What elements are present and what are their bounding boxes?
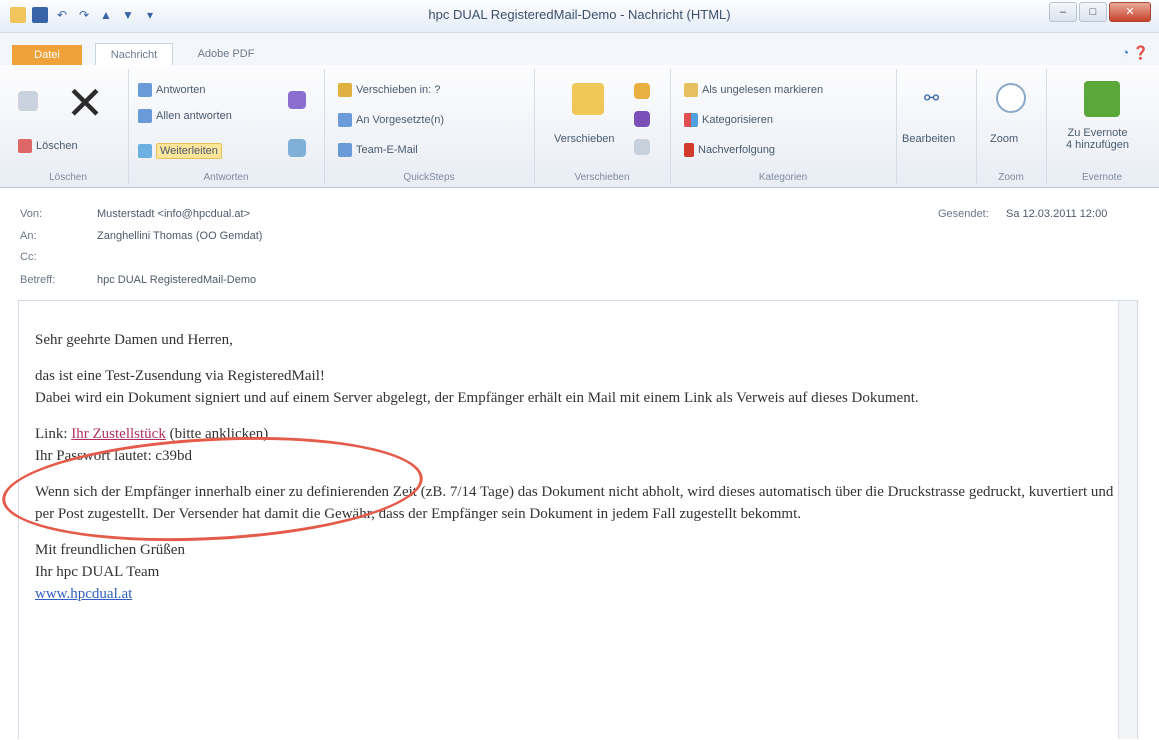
title-bar: ↶ ↷ ▲ ▼ ▾ hpc DUAL RegisteredMail-Demo -…: [0, 0, 1159, 33]
add-to-evernote-button[interactable]: Zu Evernote 4 hinzufügen: [1066, 127, 1129, 151]
group-label-zoom: Zoom: [998, 172, 1024, 183]
flag-icon: [684, 143, 694, 157]
evernote-icon[interactable]: [1084, 81, 1120, 117]
mark-unread-button[interactable]: Als ungelesen markieren: [684, 83, 823, 97]
actions-icon[interactable]: [634, 139, 650, 155]
close-button[interactable]: ✕: [1109, 2, 1151, 22]
tab-message[interactable]: Nachricht: [95, 43, 173, 66]
cc-label: Cc:: [20, 251, 37, 263]
editing-button[interactable]: Bearbeiten: [902, 133, 955, 145]
reply-all-icon: [138, 109, 152, 123]
group-delete: ✕ Löschen Löschen: [8, 69, 129, 185]
group-label-evernote: Evernote: [1081, 172, 1123, 183]
group-label-delete: Löschen: [49, 172, 87, 183]
tab-adobe-pdf[interactable]: Adobe PDF: [186, 43, 266, 65]
ribbon: ✕ Löschen Löschen Antworten Allen antwor…: [0, 65, 1159, 188]
reply-icon: [138, 83, 152, 97]
more-respond-icon[interactable]: [288, 139, 306, 157]
move-folder-icon[interactable]: [572, 83, 604, 115]
sent-label: Gesendet:: [938, 208, 989, 220]
ignore-icon[interactable]: [18, 91, 38, 111]
group-label-quicksteps: QuickSteps: [403, 172, 455, 183]
group-label-respond: Antworten: [203, 172, 249, 183]
signature: Mit freundlichen Grüßen Ihr hpc DUAL Tea…: [35, 542, 185, 602]
meeting-icon[interactable]: [288, 91, 306, 109]
tab-file[interactable]: Datei: [12, 45, 82, 65]
website-link[interactable]: www.hpcdual.at: [35, 586, 132, 602]
delivery-link[interactable]: Ihr Zustellstück: [71, 426, 166, 442]
group-tags: Als ungelesen markieren Kategorisieren N…: [670, 69, 897, 185]
vertical-scrollbar[interactable]: [1118, 301, 1137, 739]
group-evernote: Zu Evernote 4 hinzufügen Evernote: [1046, 69, 1158, 185]
paragraph-intro: das ist eine Test-Zusendung via Register…: [35, 368, 919, 406]
categorize-button[interactable]: Kategorisieren: [684, 113, 773, 127]
window-title: hpc DUAL RegisteredMail-Demo - Nachricht…: [428, 7, 731, 22]
group-label-move: Verschieben: [574, 172, 630, 183]
from-value[interactable]: Musterstadt <info@hpcdual.at>: [97, 208, 250, 220]
help-icon[interactable]: ◔ ❓: [1121, 45, 1149, 61]
group-zoom: Zoom Zoom: [976, 69, 1047, 185]
quickstep-team-mail[interactable]: Team-E-Mail: [338, 143, 418, 157]
subject-value: hpc DUAL RegisteredMail-Demo: [97, 274, 257, 286]
rules-icon[interactable]: [634, 83, 650, 99]
group-move: Verschieben Verschieben: [534, 69, 671, 185]
minimize-button[interactable]: –: [1049, 2, 1077, 22]
to-label: An:: [20, 230, 37, 242]
binoculars-icon[interactable]: ⚯: [924, 89, 946, 107]
quickstep-move-to[interactable]: Verschieben in: ?: [338, 83, 440, 97]
reply-button[interactable]: Antworten: [138, 83, 206, 97]
greeting: Sehr geehrte Damen und Herren,: [35, 332, 233, 348]
subject-label: Betreff:: [20, 274, 56, 286]
delete-x-icon[interactable]: ✕: [63, 80, 107, 126]
zoom-button[interactable]: Zoom: [990, 133, 1018, 145]
followup-button[interactable]: Nachverfolgung: [684, 143, 775, 157]
group-quicksteps: Verschieben in: ? An Vorgesetzte(n) Team…: [324, 69, 535, 185]
ribbon-tabs: Datei Nachricht Adobe PDF ◔ ❓: [0, 33, 1159, 66]
zoom-icon[interactable]: [996, 83, 1026, 113]
from-label: Von:: [20, 208, 43, 220]
onenote-icon[interactable]: [634, 111, 650, 127]
forward-button[interactable]: Weiterleiten: [138, 143, 222, 159]
group-label-tags: Kategorien: [758, 172, 808, 183]
delete-button[interactable]: Löschen: [18, 139, 78, 153]
group-respond: Antworten Allen antworten Weiterleiten A…: [128, 69, 325, 185]
categories-icon: [684, 113, 698, 127]
message-header: Von: Musterstadt <info@hpcdual.at> An: Z…: [0, 188, 1159, 298]
forward-icon: [138, 144, 152, 158]
group-editing: ⚯ Bearbeiten: [896, 69, 977, 185]
reply-all-button[interactable]: Allen antworten: [138, 109, 232, 123]
envelope-icon: [684, 83, 698, 97]
quickstep-to-manager[interactable]: An Vorgesetzte(n): [338, 113, 444, 127]
sent-value: Sa 12.03.2011 12:00: [1006, 208, 1108, 220]
to-value[interactable]: Zanghellini Thomas (OO Gemdat): [97, 230, 262, 242]
maximize-button[interactable]: □: [1079, 2, 1107, 22]
move-button[interactable]: Verschieben: [554, 133, 615, 145]
